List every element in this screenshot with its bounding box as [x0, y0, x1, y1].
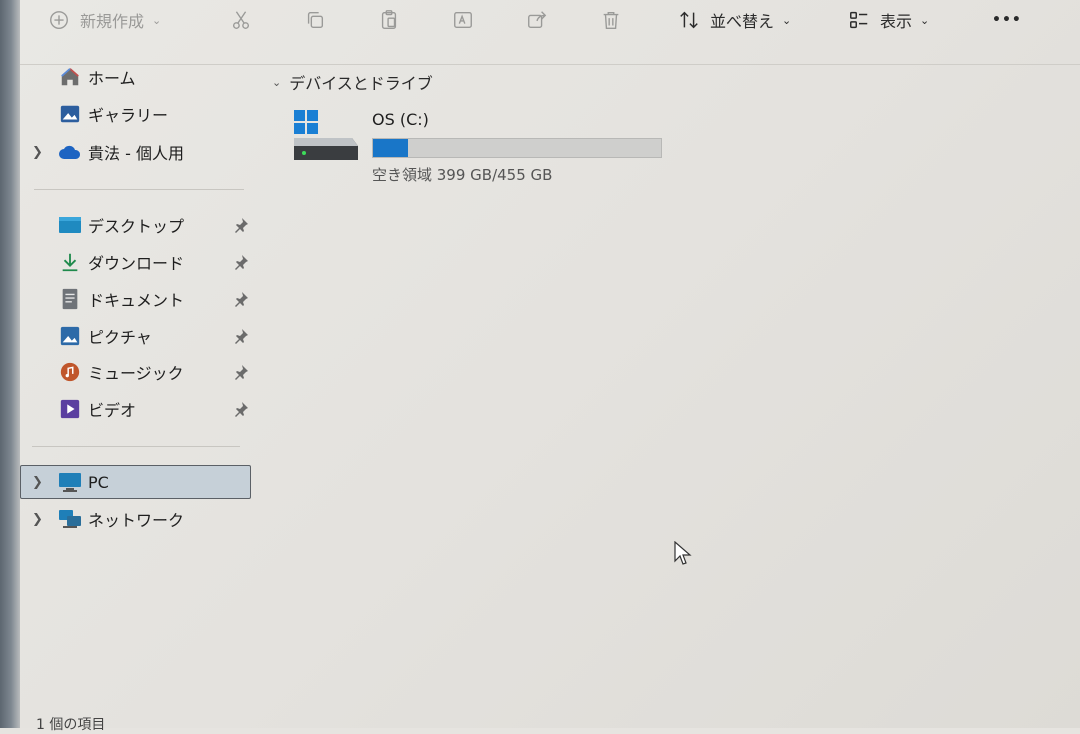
sidebar-item-label: 貴法 - 個人用 [88, 144, 184, 163]
delete-button[interactable] [600, 6, 622, 34]
pc-icon [58, 470, 82, 494]
chevron-down-icon: ⌄ [920, 13, 930, 27]
drive-free-space: 空き領域 399 GB/455 GB [372, 166, 553, 184]
new-button-label: 新規作成 [80, 12, 145, 31]
sidebar-item-label: ドキュメント [88, 291, 185, 310]
rename-button[interactable] [452, 6, 474, 34]
drive-name: OS (C:) [372, 110, 429, 129]
more-icon: ••• [992, 12, 1022, 28]
pin-icon[interactable] [233, 217, 249, 233]
rename-icon [454, 11, 472, 29]
music-icon [58, 360, 82, 384]
selection-highlight [20, 465, 251, 499]
pin-icon[interactable] [233, 401, 249, 417]
share-button[interactable] [526, 6, 548, 34]
cut-button[interactable] [230, 6, 252, 34]
sidebar-divider [32, 446, 240, 447]
network-icon [58, 507, 82, 531]
sidebar-item-label: ピクチャ [88, 328, 152, 347]
chevron-down-icon: ⌄ [152, 13, 162, 27]
sidebar-item-label: ホーム [88, 69, 136, 88]
command-bar: 新規作成 ⌄ 並べ替え ⌄ 表示 ⌄ ••• [20, 0, 1080, 65]
pictures-icon [58, 324, 82, 348]
drive-c-tile[interactable]: OS (C:) 空き領域 399 GB/455 GB [290, 108, 670, 188]
pin-icon[interactable] [233, 328, 249, 344]
hard-drive-icon [294, 110, 358, 160]
pin-icon[interactable] [233, 291, 249, 307]
scissors-icon [232, 11, 250, 29]
sidebar-item-label: ギャラリー [88, 106, 169, 125]
pin-icon[interactable] [233, 254, 249, 270]
sort-button[interactable]: 並べ替え ⌄ [678, 6, 791, 34]
copy-icon [307, 11, 324, 29]
view-list-icon [850, 11, 868, 29]
more-options-button[interactable]: ••• [992, 6, 1022, 34]
view-button[interactable]: 表示 ⌄ [848, 6, 929, 34]
sidebar-item-label: ビデオ [88, 401, 137, 420]
trash-icon [603, 11, 619, 29]
chevron-right-icon[interactable]: ❯ [32, 145, 43, 160]
devices-drives-header[interactable]: ⌄ デバイスとドライブ [272, 70, 433, 94]
screen-bezel [0, 0, 20, 728]
chevron-down-icon: ⌄ [272, 75, 282, 89]
download-icon [58, 250, 82, 274]
new-button[interactable]: 新規作成 ⌄ [48, 6, 161, 34]
sort-arrows-icon [680, 11, 698, 29]
gallery-icon [58, 102, 82, 126]
copy-button[interactable] [304, 6, 326, 34]
share-icon [528, 11, 547, 29]
chevron-right-icon[interactable]: ❯ [32, 475, 43, 490]
sidebar-divider [34, 189, 244, 190]
drive-usage-bar [372, 138, 662, 158]
video-icon [58, 397, 82, 421]
desktop-folder-icon [58, 213, 82, 237]
sidebar-item-label: PC [88, 472, 109, 492]
view-button-label: 表示 [880, 12, 913, 31]
section-title: デバイスとドライブ [289, 74, 433, 93]
chevron-right-icon[interactable]: ❯ [32, 512, 43, 527]
home-icon [58, 65, 82, 89]
pin-icon[interactable] [233, 364, 249, 380]
sidebar-item-label: ミュージック [88, 364, 184, 383]
chevron-down-icon: ⌄ [782, 13, 792, 27]
sidebar-item-label: デスクトップ [88, 217, 185, 236]
drive-usage-fill [373, 139, 409, 157]
plus-circle-icon [50, 11, 68, 29]
onedrive-cloud-icon [58, 140, 82, 164]
paste-icon [381, 10, 397, 29]
sidebar-item-label: ネットワーク [88, 511, 185, 530]
paste-button[interactable] [378, 6, 400, 34]
sort-button-label: 並べ替え [710, 12, 775, 31]
document-icon [58, 287, 82, 311]
mouse-cursor-icon [674, 541, 692, 565]
sidebar-item-label: ダウンロード [88, 254, 185, 273]
file-explorer-window: 新規作成 ⌄ 並べ替え ⌄ 表示 ⌄ ••• ホーム ギャラリー ❯ 貴法 - … [20, 0, 1080, 733]
status-bar-text: 1 個の項目 [36, 717, 106, 733]
